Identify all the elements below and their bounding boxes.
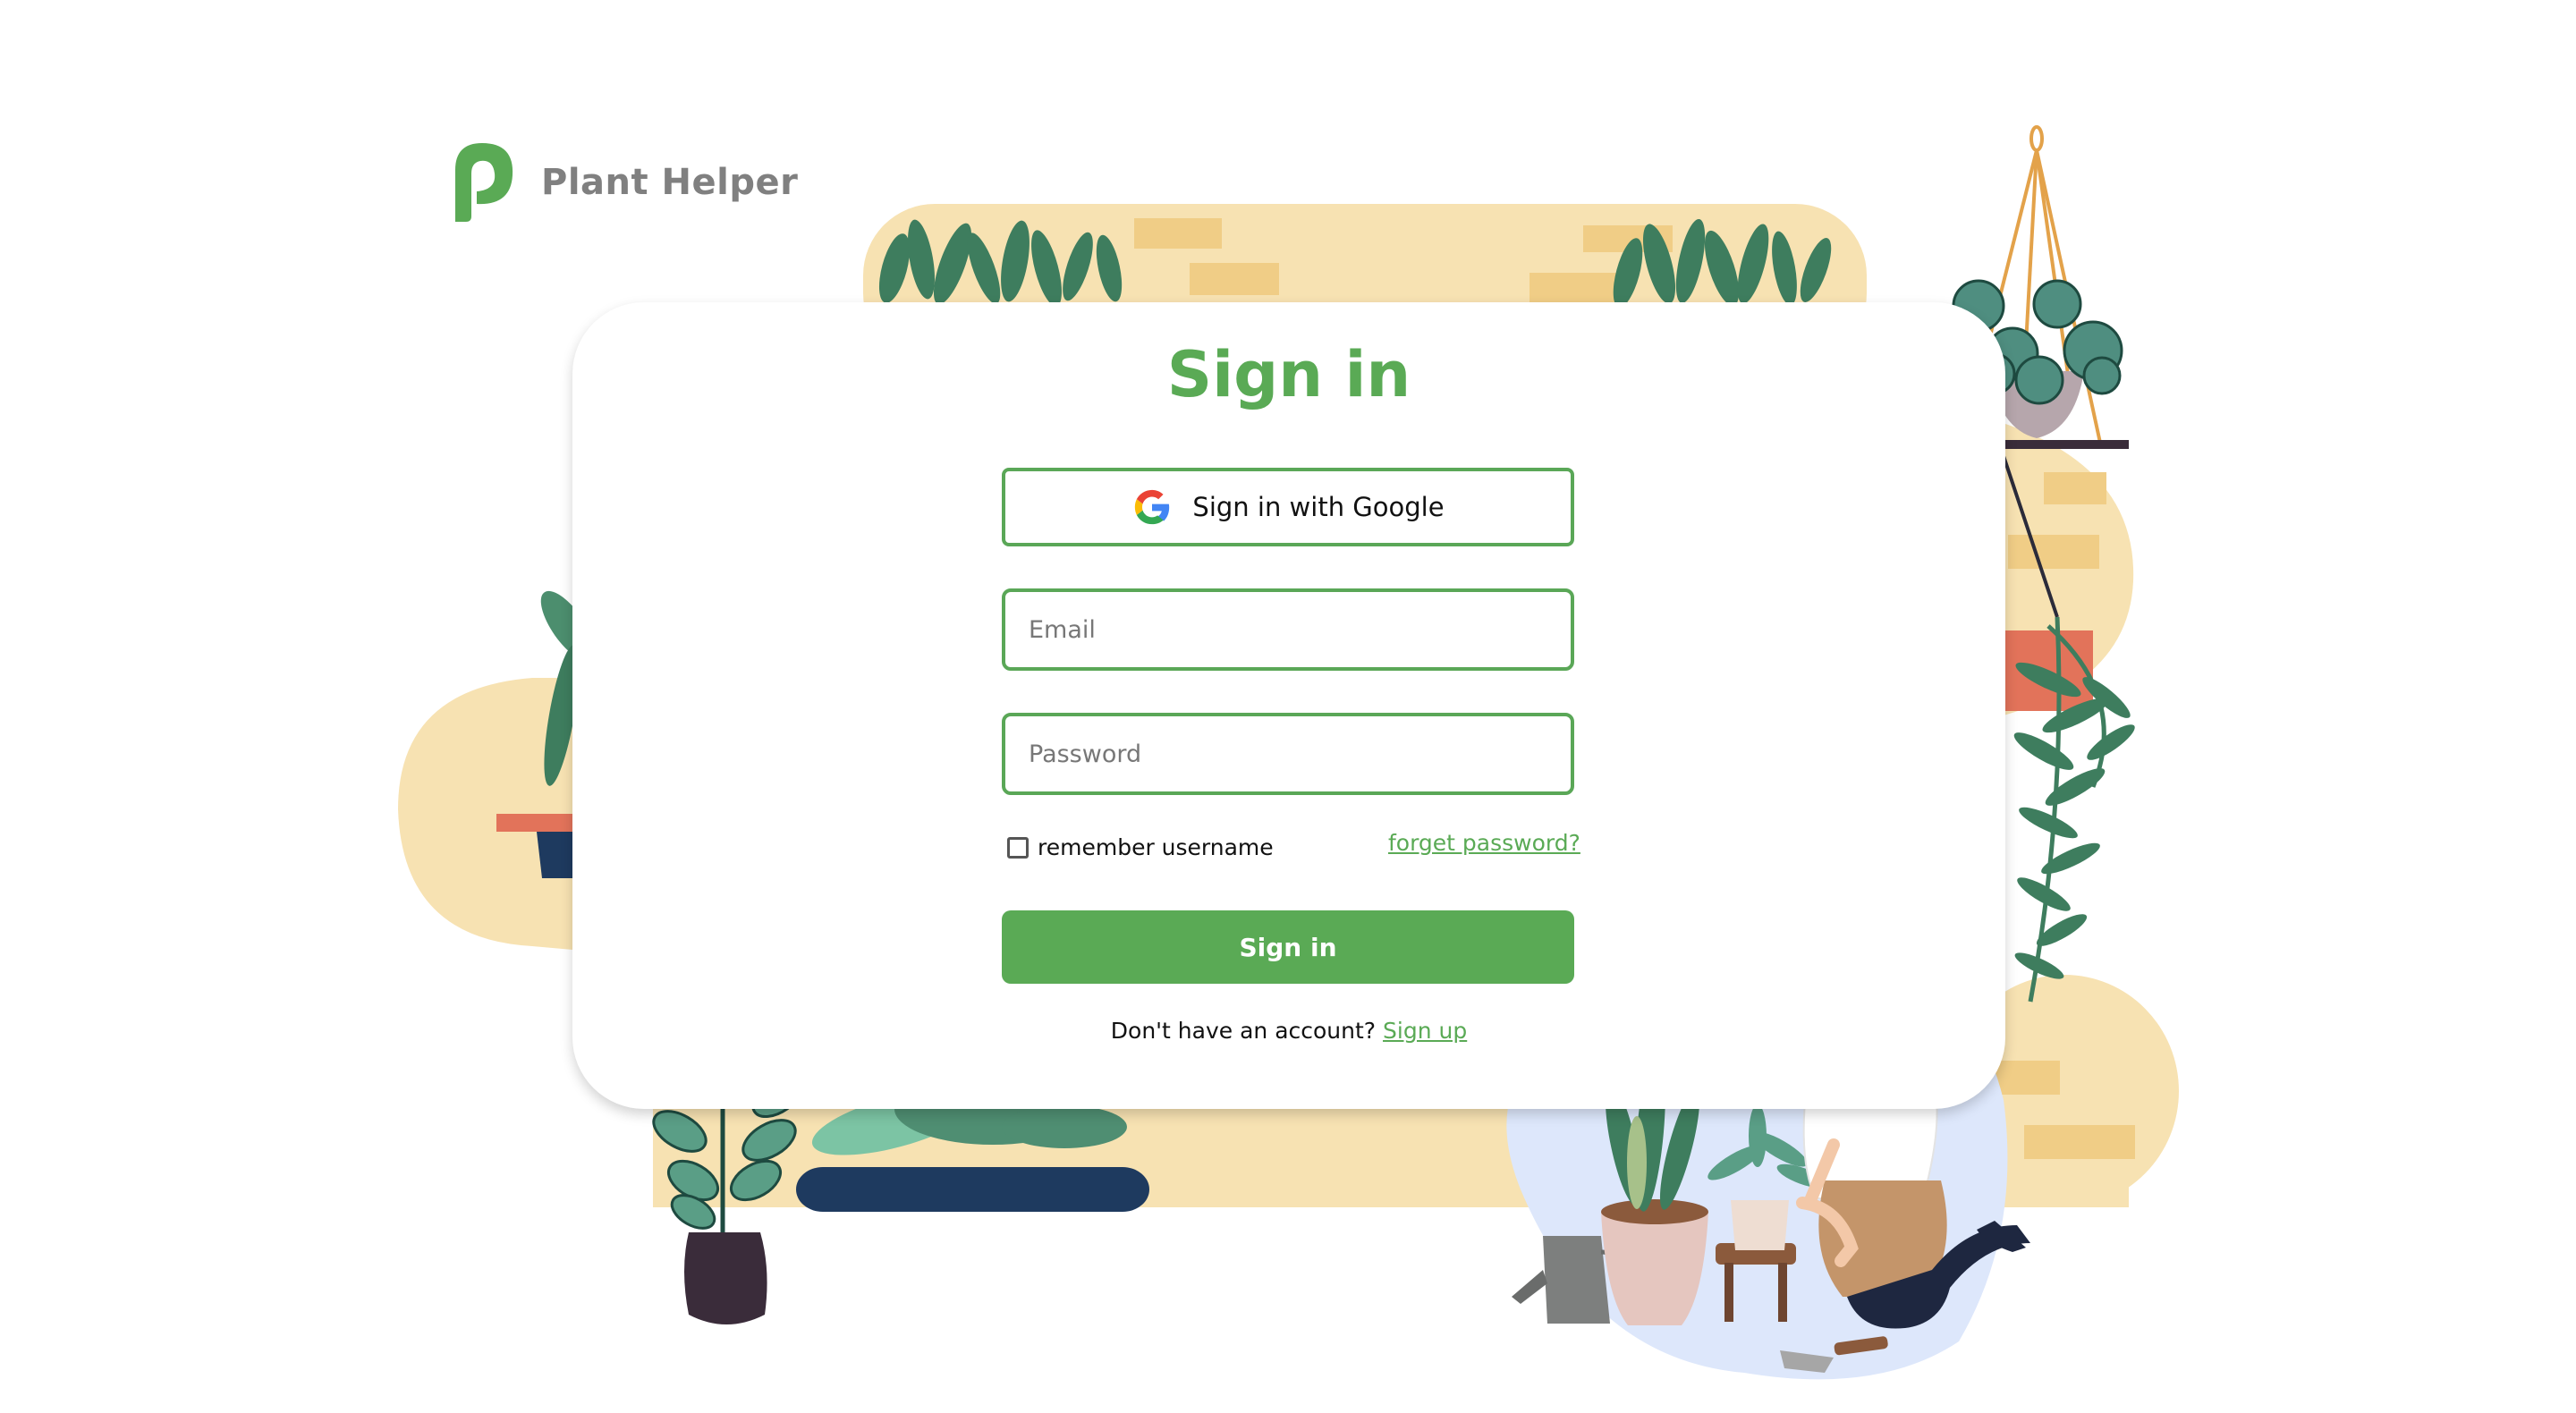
signup-prompt: Don't have an account? Sign up	[572, 1018, 2005, 1044]
forgot-password-link[interactable]: forget password?	[1388, 830, 1580, 856]
remember-checkbox[interactable]	[1007, 836, 1029, 859]
password-field[interactable]	[1002, 713, 1574, 795]
signup-link[interactable]: Sign up	[1383, 1018, 1467, 1044]
signin-submit-button[interactable]: Sign in	[1002, 910, 1574, 984]
page-title: Sign in	[1166, 338, 1411, 411]
brand-name: Plant Helper	[541, 162, 799, 203]
brand[interactable]: Plant Helper	[450, 143, 798, 222]
google-g-icon	[1135, 489, 1170, 525]
google-button-label: Sign in with Google	[1192, 492, 1445, 522]
remember-username[interactable]: remember username	[1007, 834, 1274, 860]
leaf-p-logo-icon	[455, 143, 513, 222]
google-signin-button[interactable]: Sign in with Google	[1002, 468, 1574, 546]
signin-card: Sign in Sign in with Google remember use…	[572, 302, 2005, 1109]
remember-label: remember username	[1038, 834, 1274, 860]
email-field[interactable]	[1002, 588, 1574, 671]
no-account-text: Don't have an account?	[1110, 1018, 1377, 1044]
